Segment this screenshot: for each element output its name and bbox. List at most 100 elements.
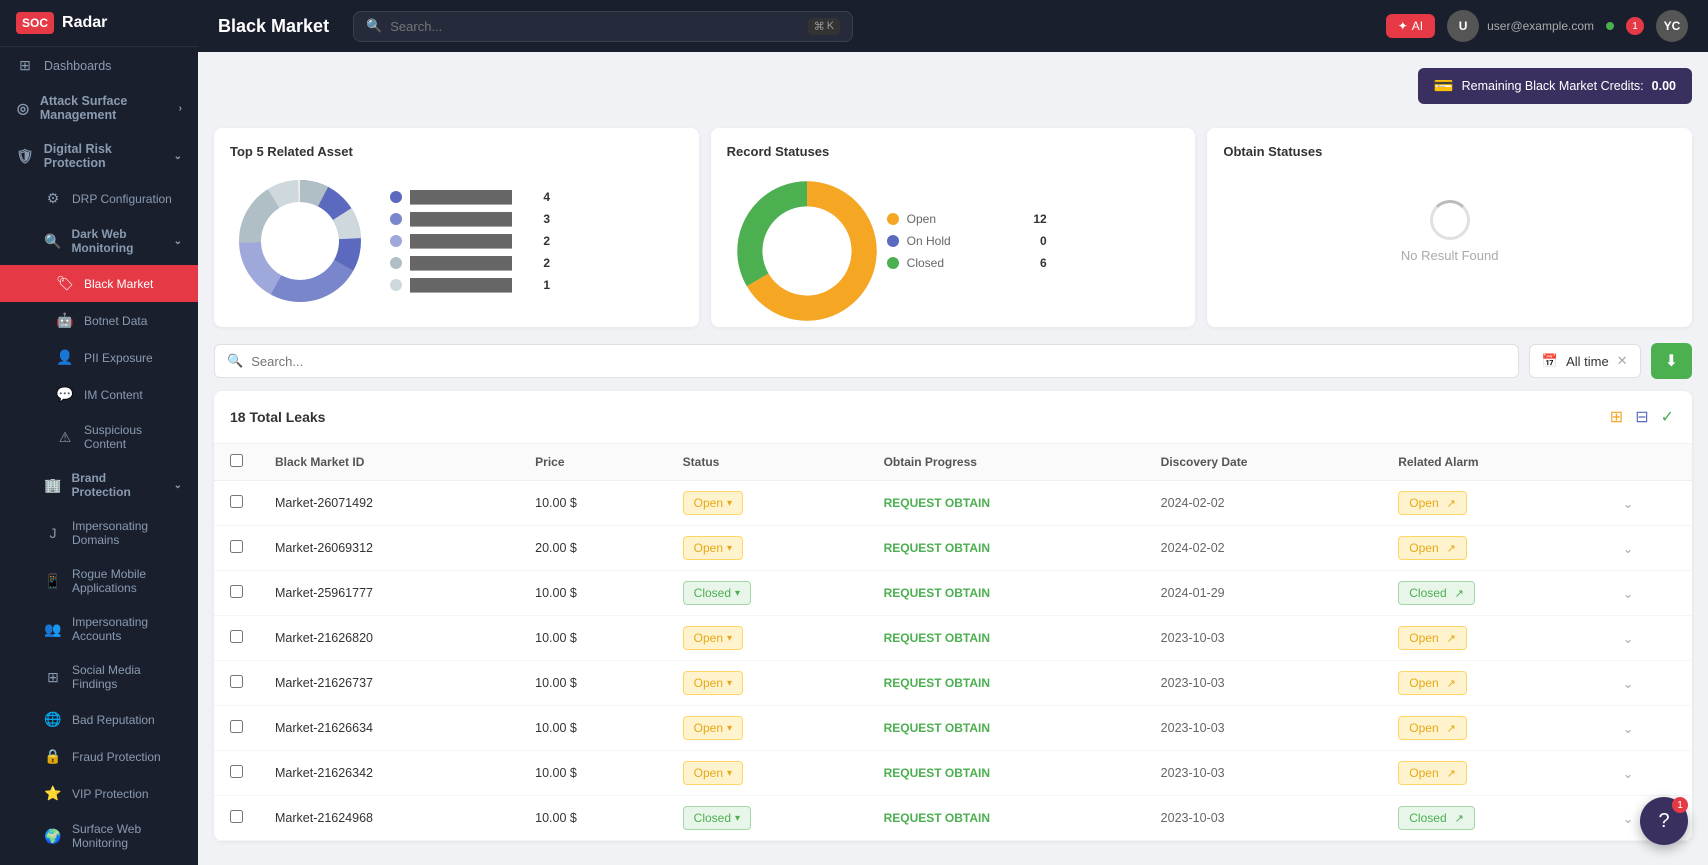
- alarm-badge[interactable]: Open ↗: [1398, 671, 1467, 695]
- external-link-icon[interactable]: ↗: [1455, 587, 1464, 600]
- filter-search-box[interactable]: 🔍: [214, 344, 1519, 378]
- mobile-icon: 📱: [44, 573, 62, 590]
- credits-value: 0.00: [1652, 79, 1676, 93]
- external-link-icon[interactable]: ↗: [1447, 632, 1456, 645]
- alarm-badge[interactable]: Open ↗: [1398, 716, 1467, 740]
- sidebar-item-surface-web[interactable]: 🌍 Surface Web Monitoring: [0, 812, 198, 860]
- clear-date-icon[interactable]: ✕: [1617, 353, 1628, 369]
- filter-search-input[interactable]: [251, 354, 1506, 369]
- expand-row-icon[interactable]: ⌄: [1623, 677, 1633, 691]
- obtain-button[interactable]: REQUEST OBTAIN: [884, 766, 990, 780]
- obtain-button[interactable]: REQUEST OBTAIN: [884, 496, 990, 510]
- row-checkbox[interactable]: [230, 765, 243, 778]
- status-badge[interactable]: Open ▾: [683, 626, 743, 650]
- sidebar-item-pii-exposure[interactable]: 👤 PII Exposure: [0, 339, 198, 376]
- obtain-button[interactable]: REQUEST OBTAIN: [884, 721, 990, 735]
- external-link-icon[interactable]: ↗: [1447, 722, 1456, 735]
- notification-badge[interactable]: 1: [1626, 17, 1644, 35]
- row-checkbox[interactable]: [230, 630, 243, 643]
- total-leaks-label: 18 Total Leaks: [230, 409, 325, 425]
- status-badge[interactable]: Open ▾: [683, 491, 743, 515]
- sidebar-item-dashboards[interactable]: ⊞ Dashboards: [0, 47, 198, 84]
- obtain-button[interactable]: REQUEST OBTAIN: [884, 811, 990, 825]
- sidebar-item-rogue-mobile[interactable]: 📱 Rogue Mobile Applications: [0, 557, 198, 605]
- global-search[interactable]: 🔍 ⌘ K: [353, 11, 853, 42]
- header-checkbox-cell: [214, 444, 259, 481]
- sidebar-item-black-market[interactable]: 🏷 Black Market: [0, 265, 198, 302]
- onhold-dot: [887, 235, 899, 247]
- expand-row-icon[interactable]: ⌄: [1623, 497, 1633, 511]
- sidebar-item-cti[interactable]: 🎯 Cyber Threat Intelligence ›: [0, 860, 198, 865]
- row-obtain: REQUEST OBTAIN: [868, 481, 1145, 526]
- obtain-button[interactable]: REQUEST OBTAIN: [884, 631, 990, 645]
- sidebar-item-fraud-protection[interactable]: 🔒 Fraud Protection: [0, 738, 198, 775]
- status-badge[interactable]: Closed ▾: [683, 581, 751, 605]
- sidebar-item-digital-risk[interactable]: 🛡 Digital Risk Protection ⌄: [0, 132, 198, 180]
- status-badge[interactable]: Closed ▾: [683, 806, 751, 830]
- row-checkbox[interactable]: [230, 810, 243, 823]
- row-checkbox[interactable]: [230, 720, 243, 733]
- record-status-content: Open 12 On Hold 0 Closed 6: [727, 171, 1180, 311]
- external-link-icon[interactable]: ↗: [1447, 677, 1456, 690]
- row-checkbox[interactable]: [230, 675, 243, 688]
- select-all-checkbox[interactable]: [230, 454, 243, 467]
- sidebar-item-suspicious[interactable]: ⚠ Suspicious Content: [0, 413, 198, 461]
- row-checkbox[interactable]: [230, 585, 243, 598]
- status-badge[interactable]: Open ▾: [683, 536, 743, 560]
- external-link-icon[interactable]: ↗: [1455, 812, 1464, 825]
- expand-row-icon[interactable]: ⌄: [1623, 632, 1633, 646]
- sidebar-item-botnet-data[interactable]: 🤖 Botnet Data: [0, 302, 198, 339]
- row-obtain: REQUEST OBTAIN: [868, 706, 1145, 751]
- expand-row-icon[interactable]: ⌄: [1623, 542, 1633, 556]
- external-link-icon[interactable]: ↗: [1447, 542, 1456, 555]
- expand-row-icon[interactable]: ⌄: [1623, 812, 1633, 826]
- list-view-button[interactable]: ⊟: [1633, 405, 1650, 429]
- grid-view-button[interactable]: ⊞: [1608, 405, 1625, 429]
- help-button[interactable]: ? 1: [1640, 797, 1688, 845]
- alarm-badge[interactable]: Open ↗: [1398, 536, 1467, 560]
- external-link-icon[interactable]: ↗: [1447, 497, 1456, 510]
- fraud-icon: 🔒: [44, 748, 62, 765]
- status-badge[interactable]: Open ▾: [683, 761, 743, 785]
- obtain-button[interactable]: REQUEST OBTAIN: [884, 586, 990, 600]
- table-column-headers: Black Market ID Price Status Obtain Prog…: [214, 444, 1692, 481]
- row-alarm: Open ↗: [1382, 616, 1607, 661]
- sidebar-item-impersonating-domains[interactable]: J Impersonating Domains: [0, 509, 198, 557]
- date-filter[interactable]: 📅 All time ✕: [1529, 344, 1641, 378]
- obtain-status-title: Obtain Statuses: [1223, 144, 1676, 159]
- obtain-status-chart: Obtain Statuses No Result Found: [1207, 128, 1692, 327]
- sidebar-item-bad-reputation[interactable]: 🌐 Bad Reputation: [0, 701, 198, 738]
- alarm-badge[interactable]: Closed ↗: [1398, 806, 1475, 830]
- user-avatar-icon[interactable]: YC: [1656, 10, 1688, 42]
- check-all-button[interactable]: ✓: [1659, 405, 1676, 429]
- alarm-badge[interactable]: Open ↗: [1398, 626, 1467, 650]
- external-link-icon[interactable]: ↗: [1447, 767, 1456, 780]
- sidebar-item-social-media[interactable]: ⊞ Social Media Findings: [0, 653, 198, 701]
- alarm-badge[interactable]: Open ↗: [1398, 491, 1467, 515]
- sidebar-item-impersonating-accounts[interactable]: 👥 Impersonating Accounts: [0, 605, 198, 653]
- legend-dot-5: [390, 279, 402, 291]
- sidebar-item-brand-protection[interactable]: 🏢 Brand Protection ⌄: [0, 461, 198, 509]
- export-button[interactable]: ⬇: [1651, 343, 1692, 379]
- row-price: 10.00 $: [519, 661, 667, 706]
- status-badge[interactable]: Open ▾: [683, 671, 743, 695]
- expand-row-icon[interactable]: ⌄: [1623, 722, 1633, 736]
- sidebar-item-drp-config[interactable]: ⚙ DRP Configuration: [0, 180, 198, 217]
- sidebar-item-im-content[interactable]: 💬 IM Content: [0, 376, 198, 413]
- expand-row-icon[interactable]: ⌄: [1623, 767, 1633, 781]
- status-badge[interactable]: Open ▾: [683, 716, 743, 740]
- sidebar-item-vip-protection[interactable]: ⭐ VIP Protection: [0, 775, 198, 812]
- obtain-button[interactable]: REQUEST OBTAIN: [884, 676, 990, 690]
- ai-button[interactable]: ✦ AI: [1386, 14, 1435, 38]
- sidebar-item-label: Impersonating Domains: [72, 519, 182, 547]
- sidebar-item-attack-surface[interactable]: ◎ Attack Surface Management ›: [0, 84, 198, 132]
- row-checkbox[interactable]: [230, 495, 243, 508]
- row-checkbox[interactable]: [230, 540, 243, 553]
- obtain-button[interactable]: REQUEST OBTAIN: [884, 541, 990, 555]
- sidebar-item-dark-web[interactable]: 🔍 Dark Web Monitoring ⌄: [0, 217, 198, 265]
- expand-row-icon[interactable]: ⌄: [1623, 587, 1633, 601]
- alarm-badge[interactable]: Closed ↗: [1398, 581, 1475, 605]
- search-input[interactable]: [390, 19, 799, 34]
- alarm-badge[interactable]: Open ↗: [1398, 761, 1467, 785]
- dashboard-icon: ⊞: [16, 57, 34, 74]
